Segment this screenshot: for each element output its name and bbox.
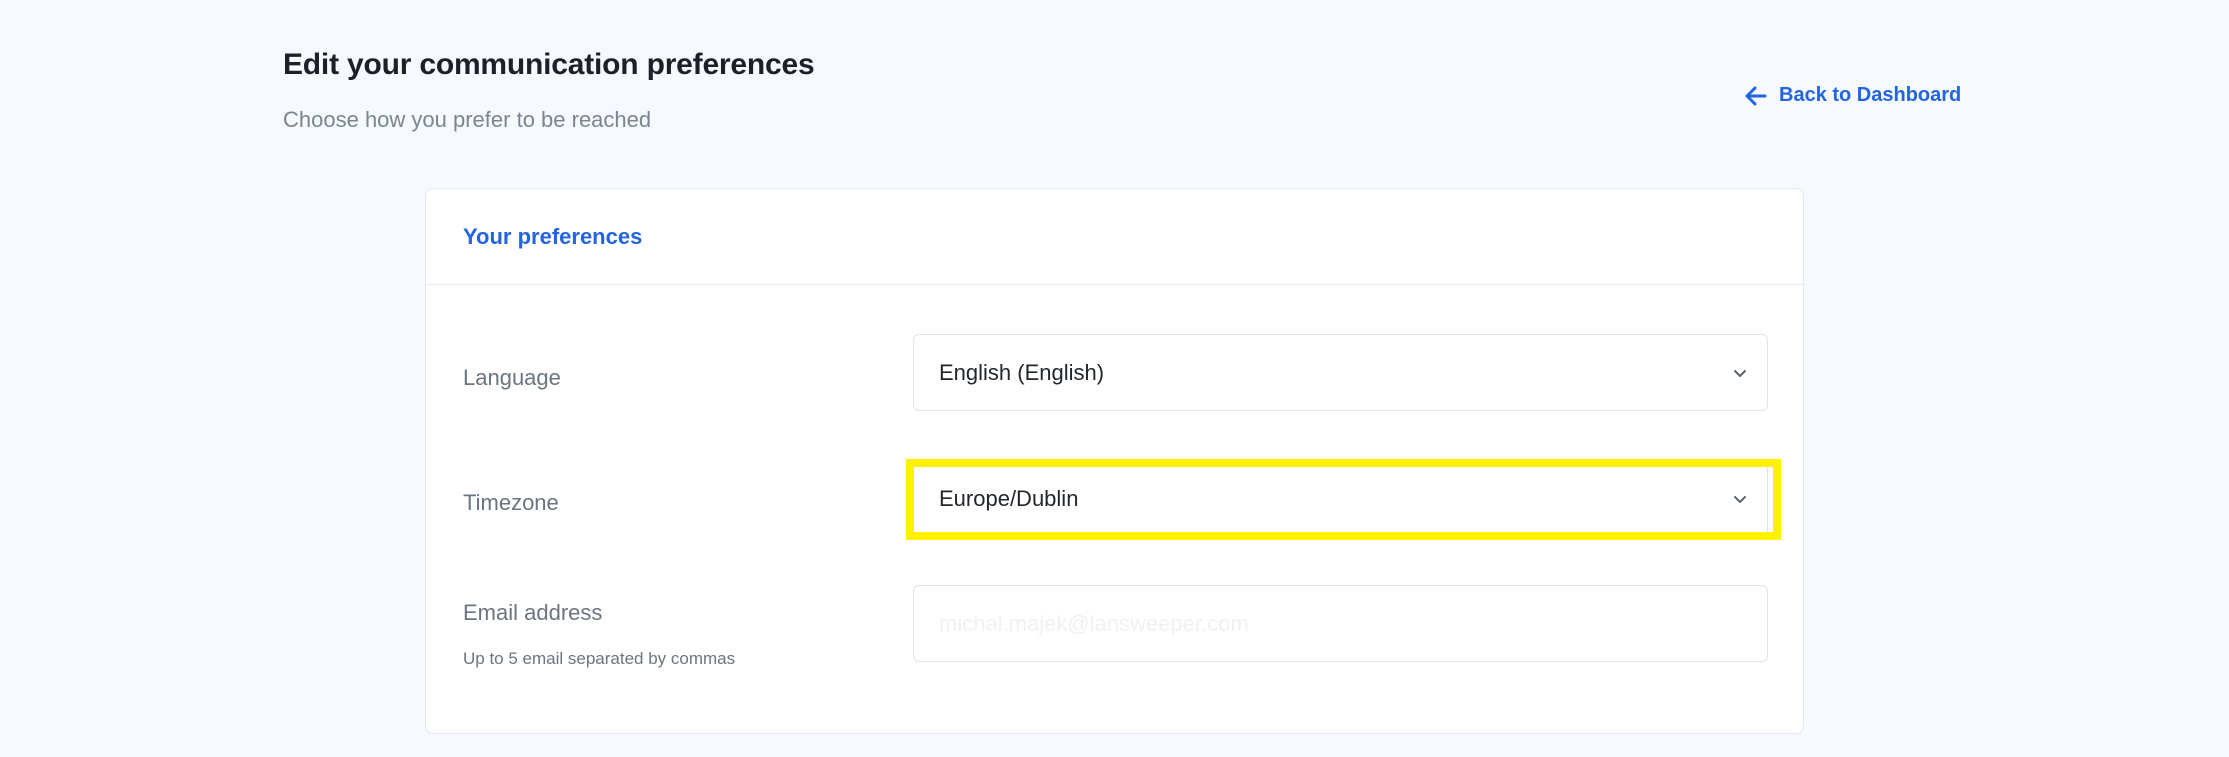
timezone-select[interactable]: Europe/Dublin (913, 460, 1768, 537)
email-input[interactable] (913, 585, 1768, 662)
arrow-left-icon (1745, 86, 1767, 106)
page-title: Edit your communication preferences (283, 48, 815, 81)
back-to-dashboard-link[interactable]: Back to Dashboard (1745, 84, 1961, 107)
card-header: Your preferences (426, 189, 1803, 285)
card-title: Your preferences (463, 223, 643, 249)
chevron-down-icon (1733, 494, 1747, 504)
back-link-label: Back to Dashboard (1779, 84, 1962, 106)
page-subtitle: Choose how you prefer to be reached (283, 107, 652, 132)
timezone-label: Timezone (463, 490, 559, 515)
preferences-card: Your preferences Language English (Engli… (425, 188, 1804, 734)
timezone-select-value: Europe/Dublin (939, 485, 1079, 511)
preferences-page: Edit your communication preferences Choo… (0, 0, 2229, 757)
email-hint: Up to 5 email separated by commas (463, 649, 736, 668)
language-select[interactable]: English (English) (913, 334, 1768, 411)
language-select-value: English (English) (939, 359, 1105, 385)
email-label: Email address (463, 600, 603, 625)
language-label: Language (463, 365, 561, 390)
chevron-down-icon (1733, 368, 1747, 378)
